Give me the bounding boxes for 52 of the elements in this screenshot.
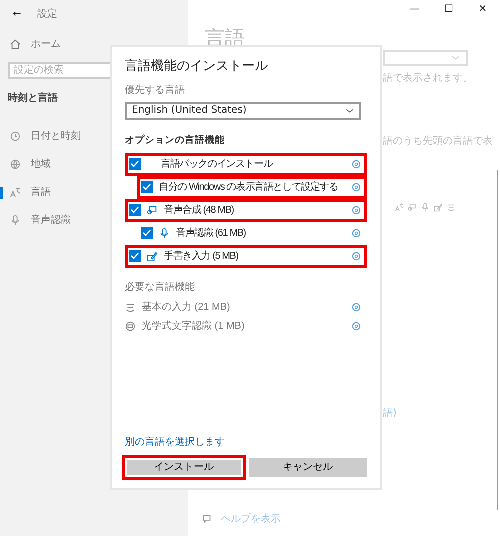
language-select[interactable]: English (United States) <box>125 102 361 120</box>
minimize-button[interactable]: — <box>398 0 432 20</box>
close-button[interactable]: ✕ <box>466 0 500 20</box>
info-icon <box>352 160 361 169</box>
clock-icon <box>10 130 21 142</box>
feature-row[interactable]: 音声合成 (48 MB) <box>125 198 367 222</box>
checkbox[interactable] <box>141 181 153 194</box>
home-icon <box>10 38 21 50</box>
section-title: 時刻と言語 <box>8 91 59 106</box>
checkbox[interactable] <box>129 204 141 216</box>
feature-row: 光学式文字認識 (1 MB) <box>125 316 367 336</box>
handwriting-icon <box>434 203 443 212</box>
feature-row[interactable]: 音声認識 (61 MB) <box>137 222 367 245</box>
note-text: 語で表示されます。 <box>383 72 474 86</box>
help-icon <box>202 514 213 525</box>
cancel-button[interactable]: キャンセル <box>246 455 370 480</box>
typing-icon <box>447 203 456 212</box>
install-button[interactable]: インストール <box>122 455 246 480</box>
microphone-icon <box>10 214 21 226</box>
microphone-icon <box>159 228 170 239</box>
checkbox[interactable] <box>141 227 153 240</box>
feature-row[interactable]: 自分の Windows の表示言語として設定する <box>137 176 367 199</box>
feature-row[interactable]: 手書き入力 (5 MB) <box>125 244 367 268</box>
link[interactable]: 別の言語を選択します <box>125 435 367 450</box>
globe-icon <box>10 158 21 170</box>
field-label: 優先する言語 <box>125 84 186 98</box>
handwriting-icon <box>147 250 158 262</box>
feature-row[interactable]: 言語パックのインストール <box>125 152 367 176</box>
language-icon <box>10 186 21 198</box>
info-icon <box>352 206 361 215</box>
section-label: オプションの言語機能 <box>125 134 226 148</box>
checkbox[interactable] <box>129 158 141 170</box>
section-label: 必要な言語機能 <box>125 280 196 295</box>
typing-icon <box>125 302 136 313</box>
language-icon <box>395 203 404 212</box>
info-icon <box>352 182 361 192</box>
scan-icon <box>125 320 136 332</box>
home-link[interactable]: ホーム <box>8 30 180 58</box>
chevron-icon <box>452 54 460 62</box>
microphone-icon <box>421 203 430 212</box>
info-icon <box>352 252 361 261</box>
maximize-button[interactable]: ☐ <box>432 0 466 20</box>
speech-bubble-icon <box>408 203 417 212</box>
window-title: 設定 <box>37 8 58 22</box>
checkbox[interactable] <box>129 250 141 262</box>
feature-row: 基本の入力 (21 MB) <box>125 298 367 317</box>
dialog-title: 言語機能のインストール <box>125 58 269 76</box>
back-button[interactable]: ← <box>13 6 22 22</box>
note-text: 語のうち先頭の言語で表 <box>383 134 494 149</box>
speech-bubble-icon <box>147 204 158 216</box>
chevron-icon <box>346 106 354 114</box>
info-icon <box>352 228 361 238</box>
